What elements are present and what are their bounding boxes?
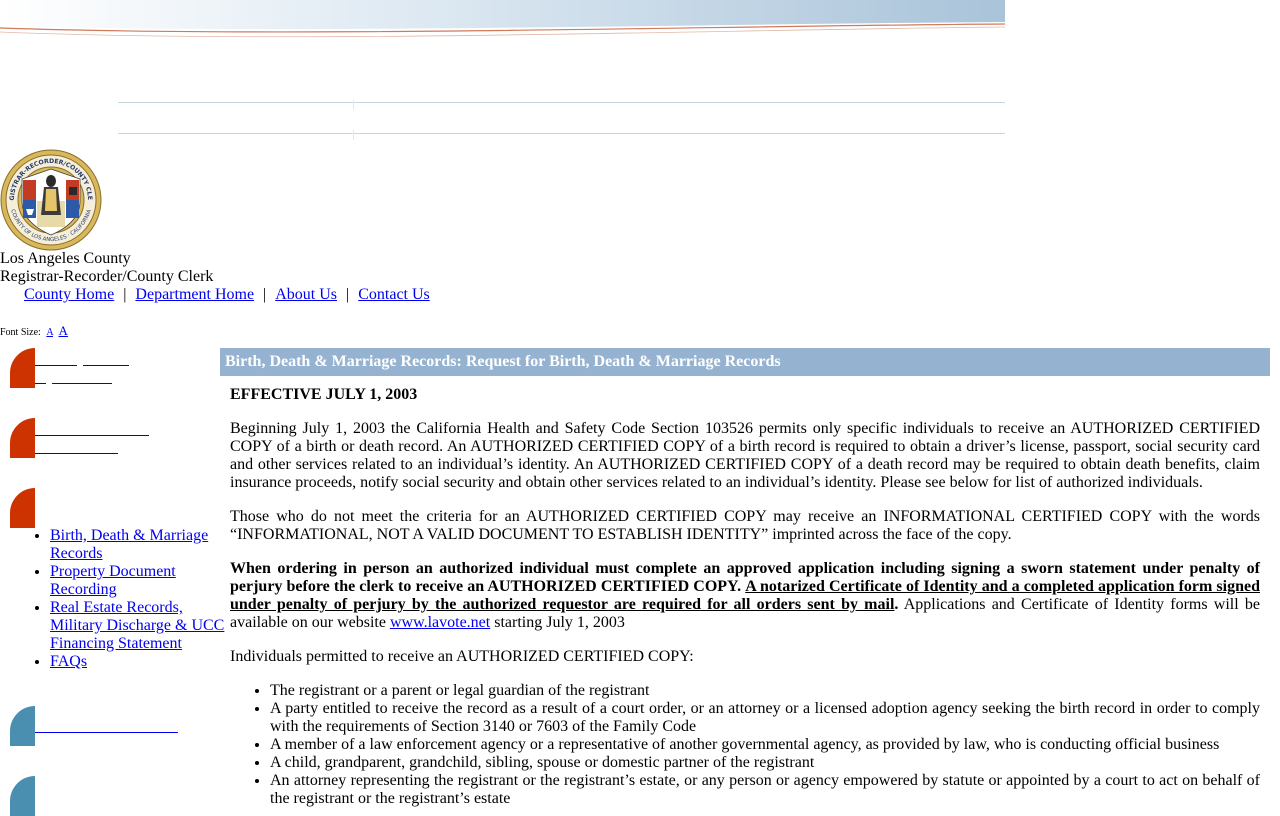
informational-copy-paragraph: Those who do not meet the criteria for a… — [230, 508, 1260, 543]
sidebar-tab-icon — [10, 348, 35, 388]
nav-contact-us-link[interactable]: Contact Us — [358, 286, 430, 303]
nav-separator: | — [123, 286, 127, 303]
county-seal-logo: REGISTRAR-RECORDER/COUNTY CLERK COUNTY O… — [0, 144, 102, 251]
font-size-control: Font Size: A A — [0, 323, 68, 339]
font-size-small-button[interactable]: A — [46, 327, 53, 338]
sidebar-link-underline[interactable] — [35, 365, 77, 366]
authorized-list-intro: Individuals permitted to receive an AUTH… — [230, 648, 694, 665]
forms-availability-date: starting July 1, 2003 — [490, 614, 625, 631]
intro-paragraph: Beginning July 1, 2003 the California He… — [230, 420, 1260, 491]
nav-about-us-link[interactable]: About Us — [275, 286, 337, 303]
authorized-individuals-list: The registrant or a parent or legal guar… — [230, 682, 1260, 808]
sidebar-link-underline[interactable] — [35, 453, 118, 454]
font-size-large-button[interactable]: A — [59, 323, 68, 338]
ordering-requirements-paragraph: When ordering in person an authorized in… — [230, 560, 1260, 632]
nav-separator: | — [263, 286, 267, 303]
top-banner — [0, 0, 1005, 46]
sidebar-item: Birth, Death & Marriage Records — [50, 527, 230, 563]
nav-department-home-link[interactable]: Department Home — [135, 286, 254, 303]
sidebar-tab-icon — [10, 706, 35, 746]
agency-department: Registrar-Recorder/County Clerk — [0, 268, 214, 285]
sidebar-tab-icon — [10, 776, 35, 816]
top-navigation: County Home | Department Home | About Us | Con… — [24, 286, 430, 304]
font-size-label: Font Size: — [0, 327, 41, 338]
sidebar-link-underline[interactable] — [83, 365, 129, 366]
effective-date-heading: EFFECTIVE JULY 1, 2003 — [230, 386, 418, 403]
sidebar-item-property-document-recording[interactable]: Property Document Recording — [50, 563, 176, 598]
header-divider — [118, 102, 1005, 103]
sidebar-link-underline[interactable] — [35, 383, 46, 384]
nav-separator: | — [346, 286, 350, 303]
nav-county-home-link[interactable]: County Home — [24, 286, 114, 303]
lavote-website-link[interactable]: www.lavote.net — [390, 614, 490, 631]
list-item: An attorney representing the registrant … — [270, 772, 1260, 808]
agency-county: Los Angeles County — [0, 250, 131, 267]
sidebar-submenu: Birth, Death & Marriage Records Property… — [30, 527, 230, 671]
sidebar-item: FAQs — [50, 653, 230, 671]
page-title-bar: Birth, Death & Marriage Records: Request… — [220, 348, 1270, 376]
sidebar-item-birth-death-marriage[interactable]: Birth, Death & Marriage Records — [50, 527, 208, 562]
sidebar-link-underline[interactable] — [52, 383, 112, 384]
sidebar-link-underline[interactable] — [35, 435, 149, 436]
agency-name: Los Angeles County Registrar-Recorder/Co… — [0, 250, 213, 286]
list-item: The registrant or a parent or legal guar… — [270, 682, 1260, 700]
sidebar-item: Real Estate Records, Military Discharge … — [50, 599, 230, 653]
list-item: A party entitled to receive the record a… — [270, 700, 1260, 736]
list-item: A child, grandparent, grandchild, siblin… — [270, 754, 1260, 772]
sidebar-tab-icon — [10, 488, 35, 528]
main-content: EFFECTIVE JULY 1, 2003 Beginning July 1,… — [230, 386, 1260, 808]
header-divider-tick — [353, 100, 354, 110]
sidebar-item-real-estate-records[interactable]: Real Estate Records, Military Discharge … — [50, 599, 224, 652]
sidebar-item: Property Document Recording — [50, 563, 230, 599]
list-item: A member of a law enforcement agency or … — [270, 736, 1260, 754]
sidebar-link-underline[interactable] — [35, 732, 178, 733]
sidebar-item-faqs[interactable]: FAQs — [50, 653, 87, 670]
sidebar-tab-icon — [10, 418, 35, 458]
header-divider — [118, 133, 1005, 134]
header-divider-tick — [353, 130, 354, 140]
